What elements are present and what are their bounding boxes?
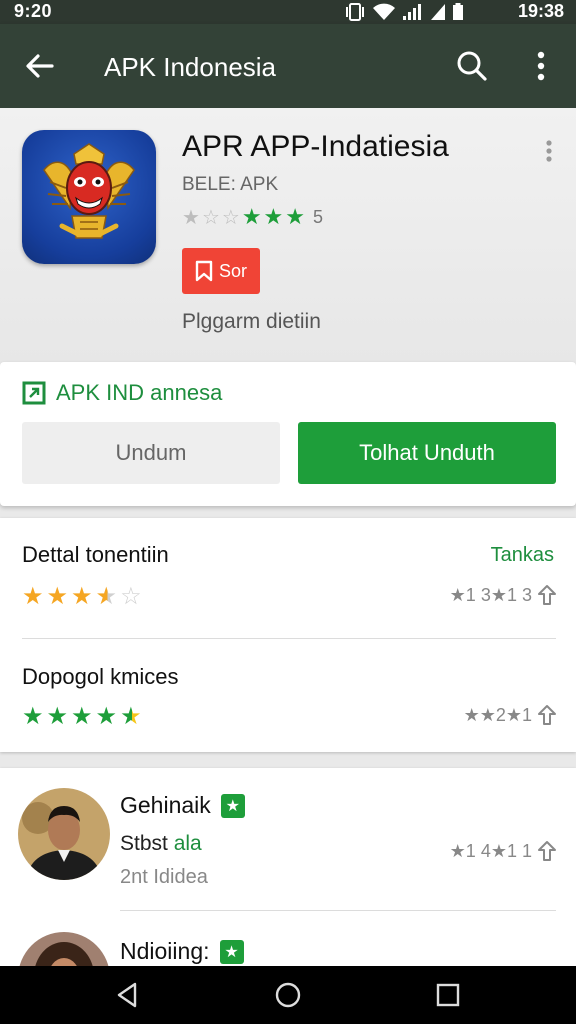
install-button[interactable]: Tolhat Unduth: [298, 422, 556, 484]
verified-row: APK IND annesa: [22, 380, 222, 406]
review-text-highlight: ala: [173, 832, 202, 855]
badge-star-icon: ★: [219, 939, 244, 964]
star-icon: ☆: [221, 206, 240, 229]
badge-star-icon: ★: [220, 793, 245, 818]
star-icon: ★: [241, 204, 262, 229]
search-icon[interactable]: [452, 46, 492, 86]
star-icon: ★: [285, 204, 306, 229]
rating-stats: ★★2★1: [464, 704, 558, 726]
star-icon: ★: [46, 703, 69, 730]
review-stats: ★1 4★1 1: [450, 840, 558, 862]
app-subtitle: Plggarm dietiin: [182, 310, 321, 333]
star-half-icon: ★: [95, 583, 118, 610]
more-vert-icon[interactable]: [526, 46, 556, 86]
star-icon: ★: [182, 206, 200, 229]
review-stats-text: ★1 4★1 1: [449, 840, 532, 861]
avatar-photo: [18, 932, 110, 968]
navigation-bar: [0, 966, 576, 1024]
app-bar: APK Indonesia: [0, 24, 576, 108]
signal-icon-2: [431, 4, 445, 20]
star-rating: ★ ★ ★ ★ ★: [22, 702, 142, 731]
divider: [120, 910, 556, 911]
app-icon[interactable]: [22, 130, 156, 264]
wishlist-badge[interactable]: Sor: [182, 248, 260, 294]
back-arrow-icon[interactable]: [20, 46, 60, 86]
rating-title: Dopogol kmices: [22, 664, 179, 689]
developer-name[interactable]: BELE: APK: [182, 174, 278, 196]
rating-stats-text: ★★2★1: [463, 704, 532, 725]
review-text-a: Stbst: [120, 832, 168, 855]
star-half-icon: ★: [120, 703, 142, 730]
star-icon: ★: [22, 703, 44, 730]
verified-label: APK IND annesa: [56, 380, 223, 405]
star-icon: ☆: [201, 206, 220, 229]
avatar[interactable]: [18, 932, 110, 968]
status-time-left: 9:20: [14, 1, 53, 21]
status-bar: 9:20 19:38: [0, 0, 576, 24]
uninstall-button[interactable]: Undum: [22, 422, 280, 484]
app-rating: ★ ☆ ☆ ★ ★ ★ 5: [182, 204, 323, 230]
signal-icon: [403, 4, 421, 20]
avatar-photo: [18, 788, 110, 880]
bookmark-icon: [195, 260, 213, 282]
status-time-right: 19:38: [517, 1, 564, 21]
verified-check-icon: [22, 381, 46, 405]
app-header: APR APP-Indatiesia BELE: APK ★ ☆ ☆ ★ ★ ★…: [0, 108, 576, 362]
reviewer-name-row: Gehinaik ★: [120, 792, 245, 819]
nav-back-icon[interactable]: [113, 980, 143, 1010]
reviewer-name: Ndioiing:: [120, 938, 210, 964]
rating-stats: ★1 3★1 3: [450, 584, 558, 606]
status-icons: [344, 3, 464, 21]
rating-title: Dettal tonentiin: [22, 542, 169, 567]
rating-stats-text: ★1 3★1 3: [449, 584, 532, 605]
badge-label: Sor: [218, 260, 247, 281]
reviews-card: Gehinaik ★ Stbst ala 2nt Ididea ★1 4★1 1…: [0, 768, 576, 968]
star-icon: ★: [71, 583, 93, 610]
battery-icon: [453, 3, 463, 20]
rating-count: 5: [313, 206, 324, 227]
app-bar-title: APK Indonesia: [104, 52, 277, 82]
nav-recents-icon[interactable]: [433, 980, 463, 1010]
thumb-up-icon[interactable]: [536, 840, 558, 862]
reviewer-name-row: Ndioiing: ★: [120, 938, 244, 965]
install-card: APK IND annesa Undum Tolhat Unduth: [0, 362, 576, 506]
star-outline-icon: ☆: [120, 583, 142, 610]
review-meta: 2nt Ididea: [120, 866, 208, 888]
avatar[interactable]: [18, 788, 110, 880]
thumb-up-icon[interactable]: [536, 584, 558, 606]
vibrate-icon: [346, 3, 364, 21]
star-rating: ★ ★ ★ ★ ☆: [22, 582, 142, 611]
ratings-card: Dettal tonentiin Tankas ★ ★ ★ ★ ☆ ★1 3★1…: [0, 518, 576, 752]
star-icon: ★: [46, 583, 69, 610]
star-icon: ★: [95, 703, 118, 730]
wifi-icon: [373, 3, 395, 20]
ratings-link[interactable]: Tankas: [491, 544, 554, 567]
reviewer-name: Gehinaik: [120, 792, 211, 818]
star-icon: ★: [22, 583, 44, 610]
thumb-up-icon[interactable]: [536, 704, 558, 726]
star-icon: ★: [263, 204, 284, 229]
app-name: APR APP-Indatiesia: [182, 130, 449, 163]
nav-home-icon[interactable]: [273, 980, 303, 1010]
star-icon: ★: [71, 703, 93, 730]
garuda-emblem-icon: [43, 143, 135, 239]
item-more-vert-icon[interactable]: [540, 138, 558, 164]
divider: [22, 638, 556, 639]
review-text: Stbst ala: [120, 832, 202, 856]
